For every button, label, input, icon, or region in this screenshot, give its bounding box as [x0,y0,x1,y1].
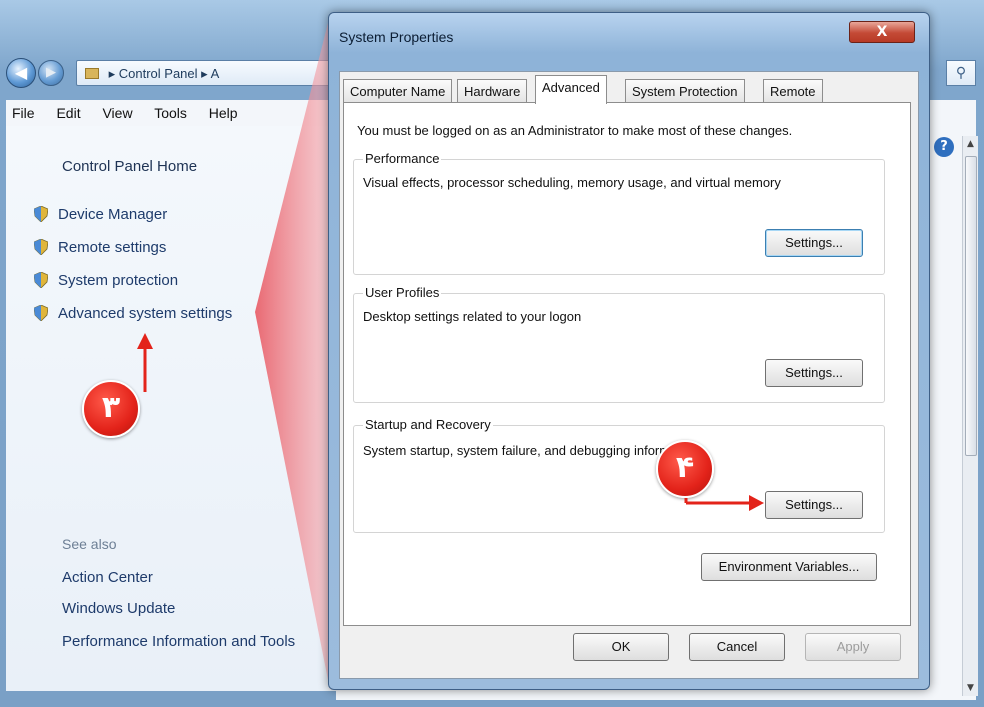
help-icon[interactable]: ? [934,137,954,157]
tab-hardware[interactable]: Hardware [457,79,528,103]
action-center-link[interactable]: Action Center [62,569,153,586]
scroll-thumb[interactable] [965,156,977,456]
performance-information-link[interactable]: Performance Information and Tools [62,632,302,651]
dialog-close-button[interactable]: X [849,21,915,43]
shield-icon [34,305,48,321]
menu-edit[interactable]: Edit [56,105,80,121]
startup-recovery-settings-button[interactable]: Settings... [765,491,863,519]
advanced-system-settings-link[interactable]: Advanced system settings [34,305,232,322]
back-button[interactable]: ◀ [6,58,36,88]
tab-remote[interactable]: Remote [763,79,823,103]
step-3-marker: ٣ [82,380,140,438]
windows-update-link[interactable]: Windows Update [62,600,175,617]
control-panel-home-link[interactable]: Control Panel Home [62,158,197,175]
address-field[interactable]: ▸ Control Panel ▸ A [76,60,336,86]
environment-variables-button[interactable]: Environment Variables... [701,553,877,581]
chevron-right-icon: ▸ [108,66,119,81]
chevron-right-icon: ▸ [201,66,211,81]
system-properties-dialog: System Properties X Computer Name Hardwa… [328,12,930,690]
performance-label: Performance [363,151,442,166]
apply-button[interactable]: Apply [805,633,901,661]
performance-settings-button[interactable]: Settings... [765,229,863,257]
menu-file[interactable]: File [12,105,35,121]
tab-system-protection[interactable]: System Protection [625,79,745,103]
dialog-title: System Properties [339,29,454,45]
menu-bar: File Edit View Tools Help [6,100,331,126]
user-profiles-label: User Profiles [363,285,442,300]
search-icon[interactable]: ⚲ [946,60,976,86]
forward-button[interactable]: ▶ [38,60,64,86]
vertical-scrollbar[interactable]: ▲ ▼ [962,136,978,696]
user-profiles-settings-button[interactable]: Settings... [765,359,863,387]
step-4-marker: ۴ [656,440,714,498]
remote-settings-link[interactable]: Remote settings [34,239,166,256]
shield-icon [34,206,48,222]
admin-note: You must be logged on as an Administrato… [357,123,793,138]
device-manager-link[interactable]: Device Manager [34,206,167,223]
ok-button[interactable]: OK [573,633,669,661]
startup-recovery-label: Startup and Recovery [363,417,493,432]
performance-description: Visual effects, processor scheduling, me… [363,175,781,190]
breadcrumb-control-panel[interactable]: Control Panel [119,66,198,81]
breadcrumb-next[interactable]: A [211,66,220,81]
tab-computer-name[interactable]: Computer Name [343,79,453,103]
cancel-button[interactable]: Cancel [689,633,785,661]
menu-view[interactable]: View [102,105,132,121]
startup-recovery-description: System startup, system failure, and debu… [363,443,699,458]
tab-advanced[interactable]: Advanced [535,75,607,104]
shield-icon [34,239,48,255]
left-task-pane: Control Panel Home Device Manager Remote… [6,126,336,691]
menu-help[interactable]: Help [209,105,238,121]
shield-icon [34,272,48,288]
scroll-up-icon[interactable]: ▲ [963,136,978,152]
see-also-heading: See also [62,536,117,552]
system-protection-link[interactable]: System protection [34,272,178,289]
menu-tools[interactable]: Tools [154,105,187,121]
folder-icon [85,68,99,79]
user-profiles-description: Desktop settings related to your logon [363,309,582,324]
scroll-down-icon[interactable]: ▼ [963,680,978,696]
